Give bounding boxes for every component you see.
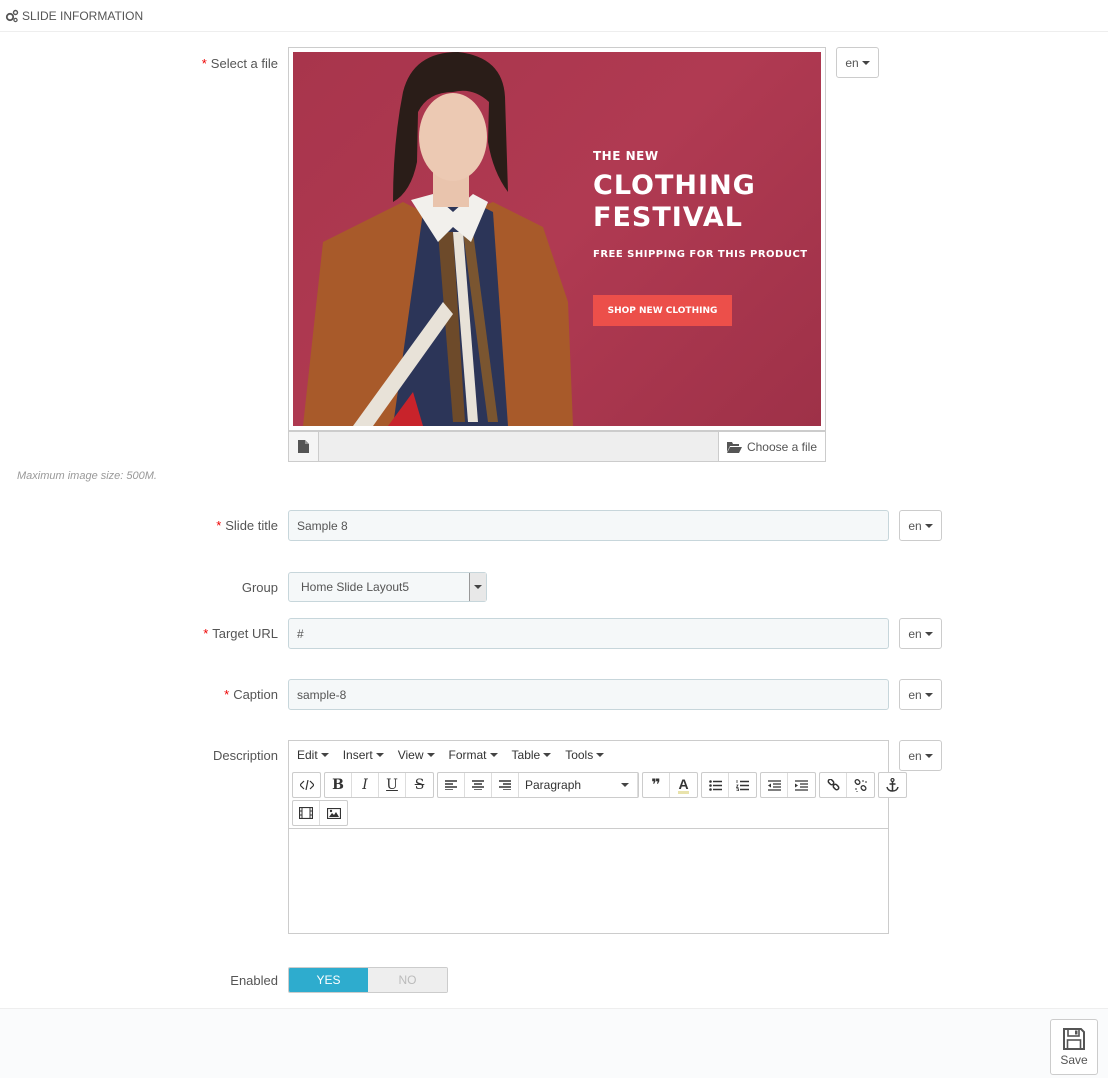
caret-down-icon [596,753,605,757]
save-icon [1063,1028,1085,1050]
bullet-list-icon[interactable] [702,773,729,797]
caption-label: * Caption [224,687,278,702]
enabled-switch[interactable]: YES NO [288,967,448,993]
caret-down-icon [924,692,933,697]
target-url-label: * Target URL [203,626,278,641]
align-right-icon[interactable] [492,773,519,797]
enabled-yes-option[interactable]: YES [289,968,368,992]
video-icon[interactable] [293,801,320,825]
description-label: Description [212,748,278,763]
link-icon[interactable] [820,773,847,797]
align-left-icon[interactable] [438,773,465,797]
slide-title-label: * Slide title [216,518,278,533]
outdent-icon[interactable] [761,773,788,797]
model-illustration [303,52,573,426]
choose-file-button[interactable]: Choose a file [718,432,825,461]
folder-open-icon [726,441,742,453]
rich-text-editor[interactable]: Edit Insert View Format Table Tools B I … [288,740,907,934]
editor-content-area[interactable] [289,828,888,933]
caret-down-icon [375,753,384,757]
indent-icon[interactable] [788,773,815,797]
panel-title: SLIDE INFORMATION [22,8,144,23]
caret-down-icon [924,523,933,528]
caret-down-icon [489,753,498,757]
bold-icon[interactable]: B [325,773,352,797]
caret-down-icon [861,60,870,65]
source-code-icon[interactable] [293,773,320,797]
panel-heading: SLIDE INFORMATION [0,0,1108,32]
banner-line3: FESTIVAL [593,202,743,233]
target-url-input[interactable]: # [288,618,889,649]
block-format-dropdown[interactable]: Paragraph [519,773,638,797]
strikethrough-icon[interactable]: S [406,773,433,797]
caret-down-icon [924,631,933,636]
group-label: Group [241,580,278,595]
save-button[interactable]: Save [1050,1019,1098,1075]
select-file-label: * Select a file [201,56,278,71]
editor-toolbar-row2 [292,800,348,826]
caret-down-icon [924,753,933,758]
file-input-group[interactable]: Choose a file [288,431,826,462]
caret-down-icon [320,753,329,757]
slide-title-input[interactable]: Sample 8 [288,510,889,541]
gears-icon [5,9,19,22]
menu-view[interactable]: View [398,748,435,762]
file-name-field[interactable] [319,432,718,461]
file-icon-box [289,432,319,461]
panel-footer [0,1008,1108,1078]
underline-icon[interactable]: U [379,773,406,797]
max-size-help: Maximum image size: 500M. [17,470,157,482]
select-arrow [469,573,486,601]
file-icon [298,440,309,453]
chevron-down-icon [474,585,482,589]
italic-icon[interactable]: I [352,773,379,797]
enabled-label: Enabled [230,973,278,988]
menu-insert[interactable]: Insert [343,748,384,762]
caret-down-icon [543,753,552,757]
numbered-list-icon[interactable] [729,773,756,797]
url-lang-dropdown[interactable]: en [899,618,942,649]
menu-tools[interactable]: Tools [565,748,605,762]
banner-line4: FREE SHIPPING FOR THIS PRODUCT [593,249,808,260]
editor-menubar: Edit Insert View Format Table Tools [289,741,888,769]
blockquote-icon[interactable]: ❞ [643,773,670,797]
title-lang-dropdown[interactable]: en [899,510,942,541]
caret-down-icon [621,783,629,787]
unlink-icon[interactable] [847,773,874,797]
banner-line2: CLOTHING [593,170,756,201]
file-lang-dropdown[interactable]: en [836,47,879,78]
menu-format[interactable]: Format [449,748,498,762]
slide-banner-image: THE NEW CLOTHING FESTIVAL FREE SHIPPING … [293,52,821,426]
caption-lang-dropdown[interactable]: en [899,679,942,710]
banner-line1: THE NEW [593,149,659,163]
anchor-icon[interactable] [879,773,906,797]
description-lang-dropdown[interactable]: en [899,740,942,771]
align-center-icon[interactable] [465,773,492,797]
caret-down-icon [426,753,435,757]
menu-edit[interactable]: Edit [297,748,329,762]
caption-input[interactable]: sample-8 [288,679,889,710]
banner-shop-button: SHOP NEW CLOTHING [593,295,732,326]
text-color-icon[interactable]: A [670,773,697,797]
menu-table[interactable]: Table [512,748,552,762]
editor-toolbar: B I U S Paragraph ❞ A [292,772,907,798]
image-preview: THE NEW CLOTHING FESTIVAL FREE SHIPPING … [288,47,826,431]
group-select[interactable]: Home Slide Layout5 [288,572,487,602]
enabled-no-option[interactable]: NO [368,968,447,992]
image-icon[interactable] [320,801,347,825]
